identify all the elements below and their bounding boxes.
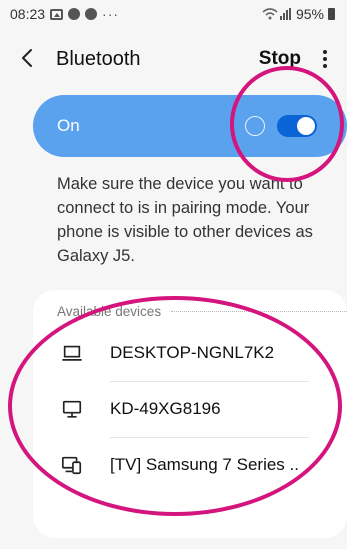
bluetooth-toggle[interactable] [277,115,317,137]
chevron-left-icon [22,49,32,67]
device-name: [TV] Samsung 7 Series .. [110,455,299,474]
monitor-icon [62,400,82,418]
status-time: 08:23 [10,6,46,22]
stop-scan-button[interactable]: Stop [259,48,301,70]
section-title: Available devices [57,304,162,319]
laptop-icon [62,345,82,361]
device-row[interactable]: [TV] Samsung 7 Series .. [33,440,347,490]
more-dot-icon [323,50,327,54]
gallery-icon [50,8,64,20]
device-name: DESKTOP-NGNL7K2 [110,343,275,362]
battery-icon [328,8,335,20]
wifi-signal-icon [262,8,291,20]
device-row[interactable]: KD-49XG8196 [33,384,347,434]
notification-icon [68,8,81,20]
pairing-description: Make sure the device you want to connect… [57,175,313,265]
more-options-button[interactable] [319,46,331,72]
available-devices-card: Available devices DESKTOP-NGNL7K2 KD-49X… [33,290,347,538]
toggle-knob [297,117,315,135]
status-left: 08:23 ··· [10,6,119,22]
list-divider [110,381,309,382]
page-title: Bluetooth [56,47,141,70]
circle-icon [245,116,265,136]
list-divider [110,437,309,438]
section-divider [171,311,347,312]
status-bar: 08:23 ··· 95% [0,0,347,28]
more-notifications-icon: ··· [102,6,120,22]
more-dot-icon [323,57,327,61]
status-right: 95% [262,6,335,22]
back-button[interactable] [20,46,46,72]
device-name: KD-49XG8196 [110,399,221,418]
available-devices-header: Available devices [57,304,347,319]
battery-percent: 95% [295,6,324,22]
more-dot-icon [323,64,327,68]
notification-icon-2 [85,8,98,20]
bluetooth-state-label: On [57,116,80,135]
app-bar: Bluetooth Stop [0,36,347,82]
tv-phone-icon [62,456,82,475]
device-row[interactable]: DESKTOP-NGNL7K2 [33,328,347,378]
bluetooth-master-switch[interactable]: On [33,95,347,157]
